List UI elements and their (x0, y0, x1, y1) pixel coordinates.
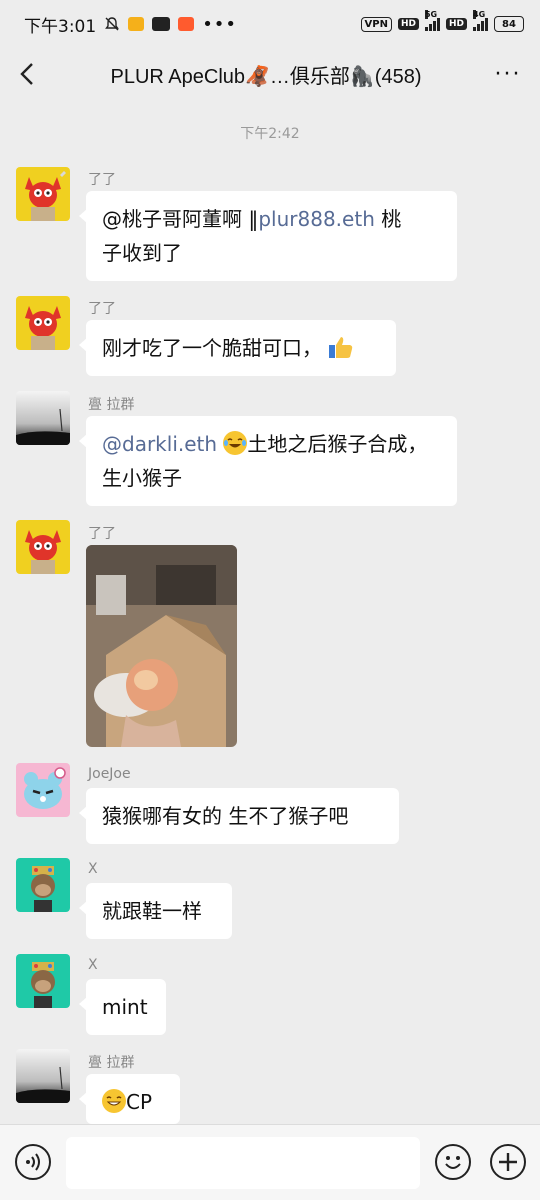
mention-text: @桃子哥阿董啊 ‖ (102, 207, 259, 231)
plus-icon (499, 1153, 517, 1171)
sender-name: 亹 拉群 (88, 397, 135, 413)
input-bar (0, 1124, 540, 1200)
shopping-app-icon (152, 17, 171, 31)
ape-nft-avatar-icon (16, 954, 70, 1008)
message-input[interactable] (66, 1137, 420, 1189)
message-text: 土地之后猴子合成， (247, 432, 428, 456)
blue-cat-avatar-icon (16, 763, 70, 817)
message-text: 就跟鞋一样 (102, 899, 202, 923)
voice-icon (26, 1153, 40, 1171)
message-bubble[interactable]: CP (79, 1074, 180, 1124)
more-notifications-icon: ••• (202, 13, 238, 35)
more-options-button[interactable]: ··· (476, 48, 540, 100)
sender-name: 了了 (88, 526, 116, 542)
sender-name: 了了 (88, 301, 116, 317)
message-text: 猿猴哪有女的 生不了猴子吧 (102, 804, 349, 828)
message-text: mint (102, 995, 148, 1019)
hd-badge-2: HD (445, 18, 467, 30)
message-text: 桃 (374, 207, 402, 231)
misty-landscape-avatar-icon (16, 391, 70, 445)
time-stamp: 下午2:42 (240, 126, 300, 142)
back-arrow-icon (20, 63, 33, 85)
chat-header: PLUR ApeClub🦧…俱乐部🦍(458) ··· (0, 48, 540, 100)
mention-link[interactable]: @darkli.eth (102, 432, 217, 456)
avatar-lele[interactable] (16, 520, 70, 574)
mention-link[interactable]: plur888.eth (258, 207, 375, 231)
peach-photo[interactable] (86, 545, 237, 747)
vpn-badge: VPN (360, 16, 392, 32)
signal-5g-icon: 5G (424, 10, 440, 31)
avatar-x[interactable] (16, 954, 70, 1008)
ape-nft-avatar-icon (16, 858, 70, 912)
more-dots-icon: ··· (494, 61, 522, 87)
battery-icon: 84 (494, 16, 524, 32)
message-bubble[interactable]: mint (79, 979, 166, 1035)
avatar-laqun[interactable] (16, 1049, 70, 1103)
back-button[interactable] (0, 48, 56, 100)
peach-in-box-photo-icon (86, 545, 237, 747)
mail-app-icon (128, 17, 145, 31)
message-text: CP (126, 1090, 153, 1114)
cartoon-cat-avatar-icon (16, 296, 70, 350)
signal-4g-icon: 4G (473, 10, 488, 31)
sender-name: JoeJoe (88, 766, 131, 782)
chat-title: PLUR ApeClub🦧…俱乐部🦍(458) (110, 65, 422, 88)
avatar-x[interactable] (16, 858, 70, 912)
sender-name: X (88, 957, 98, 973)
message-text: 子收到了 (102, 241, 182, 265)
avatar-joejoe[interactable] (16, 763, 70, 817)
emoji-button[interactable] (435, 1144, 471, 1180)
message-bubble[interactable]: 刚才吃了一个脆甜可口， (79, 320, 396, 376)
mute-bell-icon (105, 17, 120, 31)
cartoon-cat-avatar-icon (16, 520, 70, 574)
message-text: 生小猴子 (102, 466, 182, 490)
status-time: 下午3:01 (24, 16, 97, 37)
message-text: 刚才吃了一个脆甜可口， (102, 336, 322, 360)
message-bubble[interactable]: @darkli.eth 土地之后猴子合成， 生小猴子 (79, 416, 457, 506)
message-bubble[interactable]: 猿猴哪有女的 生不了猴子吧 (79, 788, 399, 844)
emoji-icon (445, 1156, 461, 1169)
add-button[interactable] (490, 1144, 526, 1180)
status-bar: 下午3:01 ••• VPN HD 5G HD 4G 84 (0, 0, 540, 48)
laughing-tears-emoji-icon (223, 431, 248, 455)
sender-name: 亹 拉群 (88, 1055, 135, 1071)
sender-name: X (88, 861, 98, 877)
message-bubble[interactable]: 就跟鞋一样 (79, 883, 232, 939)
avatar-lele[interactable] (16, 296, 70, 350)
thumbs-up-emoji-icon (329, 337, 353, 358)
avatar-lele[interactable] (16, 167, 70, 221)
voice-button[interactable] (15, 1144, 51, 1180)
grinning-emoji-icon (102, 1089, 126, 1113)
avatar-laqun[interactable] (16, 391, 70, 445)
misty-landscape-avatar-icon (16, 1049, 70, 1103)
cartoon-cat-avatar-icon (16, 167, 70, 221)
hd-badge-1: HD (397, 18, 419, 30)
taobao-app-icon (178, 17, 195, 31)
message-bubble[interactable]: @桃子哥阿董啊 ‖plur888.eth 桃 子收到了 (79, 191, 457, 281)
sender-name: 了了 (88, 172, 116, 188)
